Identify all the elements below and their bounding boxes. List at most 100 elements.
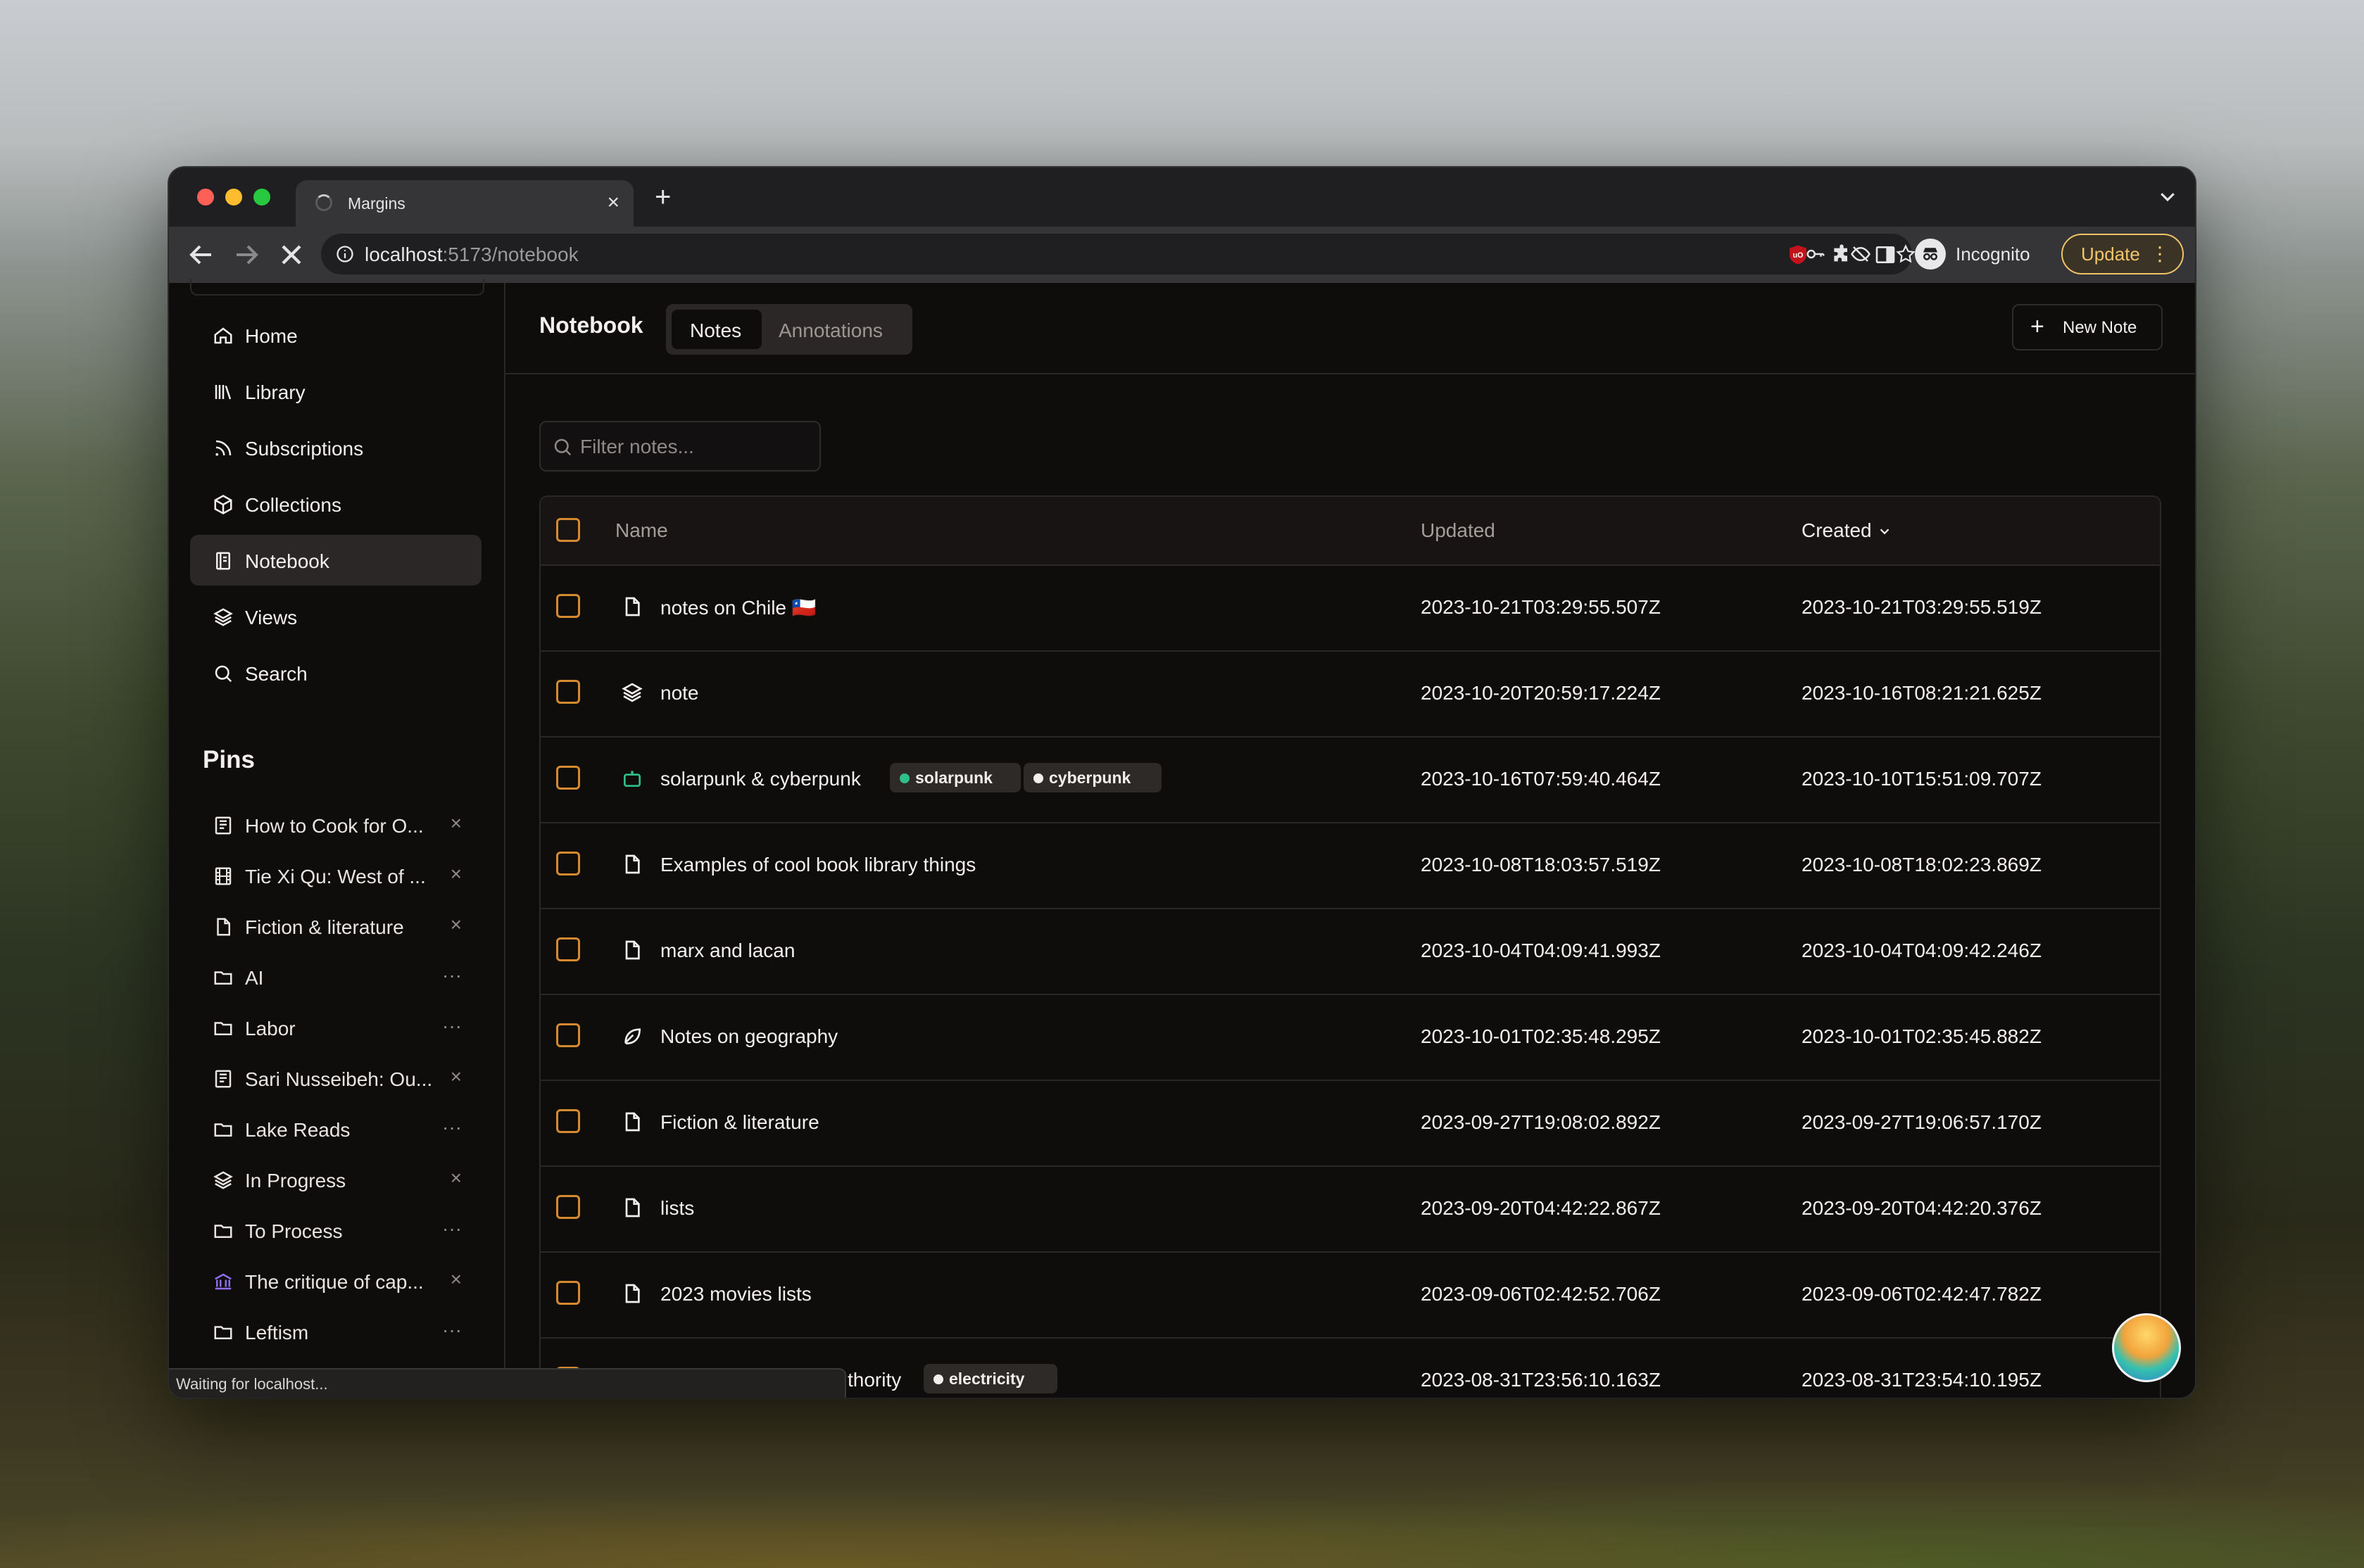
user-avatar-button[interactable] bbox=[2112, 1313, 2181, 1382]
ublock-extension-icon[interactable]: uO bbox=[1787, 244, 1809, 266]
unpin-close-icon[interactable]: × bbox=[451, 1064, 462, 1089]
sidebar-item-label: Notebook bbox=[245, 550, 329, 572]
extensions-puzzle-icon[interactable] bbox=[1830, 244, 1853, 266]
row-checkbox[interactable] bbox=[556, 852, 580, 875]
table-row[interactable]: Fiction & literature 2023-09-27T19:08:02… bbox=[541, 1080, 2160, 1167]
incognito-indicator[interactable]: Incognito bbox=[1915, 235, 2030, 273]
sidebar-item-library[interactable]: Library bbox=[190, 366, 482, 417]
row-checkbox[interactable] bbox=[556, 1109, 580, 1133]
note-name[interactable]: 2023 movies lists bbox=[660, 1283, 812, 1305]
update-button[interactable]: Update ⋮ bbox=[2061, 234, 2184, 274]
note-name[interactable]: lists bbox=[660, 1197, 694, 1220]
site-info-icon[interactable] bbox=[335, 244, 355, 264]
sidebar-item-home[interactable]: Home bbox=[190, 310, 482, 360]
browser-tab[interactable]: Margins × bbox=[296, 180, 634, 227]
new-note-button[interactable]: + New Note bbox=[2012, 304, 2163, 350]
address-bar[interactable]: localhost:5173/notebook bbox=[321, 234, 1916, 274]
side-panel-icon[interactable] bbox=[1874, 244, 1897, 266]
pin-item[interactable]: Lake Reads ··· bbox=[190, 1108, 482, 1151]
table-row[interactable]: note 2023-10-20T20:59:17.224Z 2023-10-16… bbox=[541, 650, 2160, 738]
table-row[interactable]: solarpunk & cyberpunk solarpunk cyberpun… bbox=[541, 736, 2160, 823]
robot-icon bbox=[624, 771, 641, 787]
table-row[interactable]: marx and lacan 2023-10-04T04:09:41.993Z … bbox=[541, 908, 2160, 995]
row-checkbox[interactable] bbox=[556, 594, 580, 618]
minimize-window-button[interactable] bbox=[225, 189, 242, 206]
row-checkbox[interactable] bbox=[556, 1281, 580, 1305]
stop-loading-button[interactable] bbox=[275, 238, 308, 272]
sidebar-item-notebook[interactable]: Notebook bbox=[190, 535, 482, 586]
forward-button[interactable] bbox=[230, 238, 263, 272]
new-tab-button[interactable]: + bbox=[655, 182, 671, 213]
pin-label: Labor bbox=[245, 1018, 296, 1039]
pin-item[interactable]: Labor ··· bbox=[190, 1006, 482, 1050]
sidebar-item-search[interactable]: Search bbox=[190, 647, 482, 698]
bookmark-star-icon[interactable] bbox=[1895, 244, 1916, 265]
table-row[interactable]: lists 2023-09-20T04:42:22.867Z 2023-09-2… bbox=[541, 1165, 2160, 1253]
row-checkbox[interactable] bbox=[556, 680, 580, 704]
table-row[interactable]: Examples of cool book library things 202… bbox=[541, 822, 2160, 909]
column-header-created[interactable]: Created bbox=[1802, 519, 1892, 542]
sidebar-item-views[interactable]: Views bbox=[190, 591, 482, 642]
pin-item[interactable]: To Process ··· bbox=[190, 1209, 482, 1253]
tag-solarpunk[interactable]: solarpunk bbox=[890, 763, 1021, 792]
tab-close-icon[interactable]: × bbox=[607, 190, 620, 215]
eye-off-icon[interactable] bbox=[1850, 244, 1871, 265]
pin-item[interactable]: Tie Xi Qu: West of ... × bbox=[190, 854, 482, 898]
filter-notes-input[interactable] bbox=[579, 432, 814, 462]
row-checkbox[interactable] bbox=[556, 1023, 580, 1047]
tag-cyberpunk[interactable]: cyberpunk bbox=[1024, 763, 1162, 792]
incognito-icon bbox=[1915, 239, 1946, 270]
more-options-icon[interactable]: ··· bbox=[442, 1317, 462, 1343]
pin-label: How to Cook for O... bbox=[245, 815, 424, 837]
sidebar-top-control[interactable] bbox=[190, 279, 484, 296]
unpin-close-icon[interactable]: × bbox=[451, 811, 462, 836]
tab-annotations[interactable]: Annotations bbox=[765, 310, 907, 349]
table-row[interactable]: 2023 movies lists 2023-09-06T02:42:52.70… bbox=[541, 1251, 2160, 1339]
row-checkbox[interactable] bbox=[556, 1195, 580, 1219]
pin-item[interactable]: In Progress × bbox=[190, 1158, 482, 1202]
note-name[interactable]: solarpunk & cyberpunk bbox=[660, 768, 861, 790]
note-name[interactable]: Examples of cool book library things bbox=[660, 854, 976, 876]
column-header-name[interactable]: Name bbox=[615, 519, 668, 542]
note-name[interactable]: Fiction & literature bbox=[660, 1111, 819, 1134]
pin-item[interactable]: Leftism ··· bbox=[190, 1310, 482, 1354]
pin-item[interactable]: Fiction & literature × bbox=[190, 905, 482, 949]
note-name[interactable]: note bbox=[660, 682, 699, 704]
filter-notes-field[interactable] bbox=[539, 421, 821, 472]
select-all-checkbox[interactable] bbox=[556, 518, 580, 542]
tab-notes[interactable]: Notes bbox=[672, 310, 762, 349]
pin-item[interactable]: Sari Nusseibeh: Ou... × bbox=[190, 1057, 482, 1101]
more-options-icon[interactable]: ··· bbox=[442, 1216, 462, 1241]
note-created: 2023-10-21T03:29:55.519Z bbox=[1802, 596, 2042, 618]
maximize-window-button[interactable] bbox=[253, 189, 270, 206]
column-header-updated[interactable]: Updated bbox=[1421, 519, 1495, 542]
note-name[interactable]: marx and lacan bbox=[660, 940, 795, 962]
tag-electricity[interactable]: electricity bbox=[924, 1364, 1057, 1393]
pin-item[interactable]: The critique of cap... × bbox=[190, 1260, 482, 1303]
pin-item[interactable]: How to Cook for O... × bbox=[190, 804, 482, 847]
url-text[interactable]: localhost:5173/notebook bbox=[365, 244, 579, 266]
close-window-button[interactable] bbox=[197, 189, 214, 206]
row-checkbox[interactable] bbox=[556, 766, 580, 790]
sidebar-item-label: Collections bbox=[245, 494, 341, 516]
note-name[interactable]: thority bbox=[848, 1369, 901, 1391]
sidebar-item-subscriptions[interactable]: Subscriptions bbox=[190, 422, 482, 473]
more-menu-icon[interactable]: ⋮ bbox=[2150, 242, 2170, 266]
table-row[interactable]: Notes on geography 2023-10-01T02:35:48.2… bbox=[541, 994, 2160, 1081]
pin-item[interactable]: AI ··· bbox=[190, 956, 482, 999]
note-name[interactable]: notes on Chile 🇨🇱 bbox=[660, 596, 817, 619]
unpin-close-icon[interactable]: × bbox=[451, 1165, 462, 1191]
row-checkbox[interactable] bbox=[556, 937, 580, 961]
unpin-close-icon[interactable]: × bbox=[451, 1267, 462, 1292]
back-button[interactable] bbox=[184, 238, 218, 272]
unpin-close-icon[interactable]: × bbox=[451, 861, 462, 887]
unpin-close-icon[interactable]: × bbox=[451, 912, 462, 937]
more-options-icon[interactable]: ··· bbox=[442, 963, 462, 988]
table-row[interactable]: notes on Chile 🇨🇱 2023-10-21T03:29:55.50… bbox=[541, 564, 2160, 652]
more-options-icon[interactable]: ··· bbox=[442, 1115, 462, 1140]
note-name[interactable]: Notes on geography bbox=[660, 1025, 838, 1048]
sidebar-item-collections[interactable]: Collections bbox=[190, 479, 482, 529]
note-updated: 2023-10-01T02:35:48.295Z bbox=[1421, 1025, 1661, 1047]
more-options-icon[interactable]: ··· bbox=[442, 1013, 462, 1039]
tab-search-chevron-icon[interactable] bbox=[2157, 186, 2178, 207]
